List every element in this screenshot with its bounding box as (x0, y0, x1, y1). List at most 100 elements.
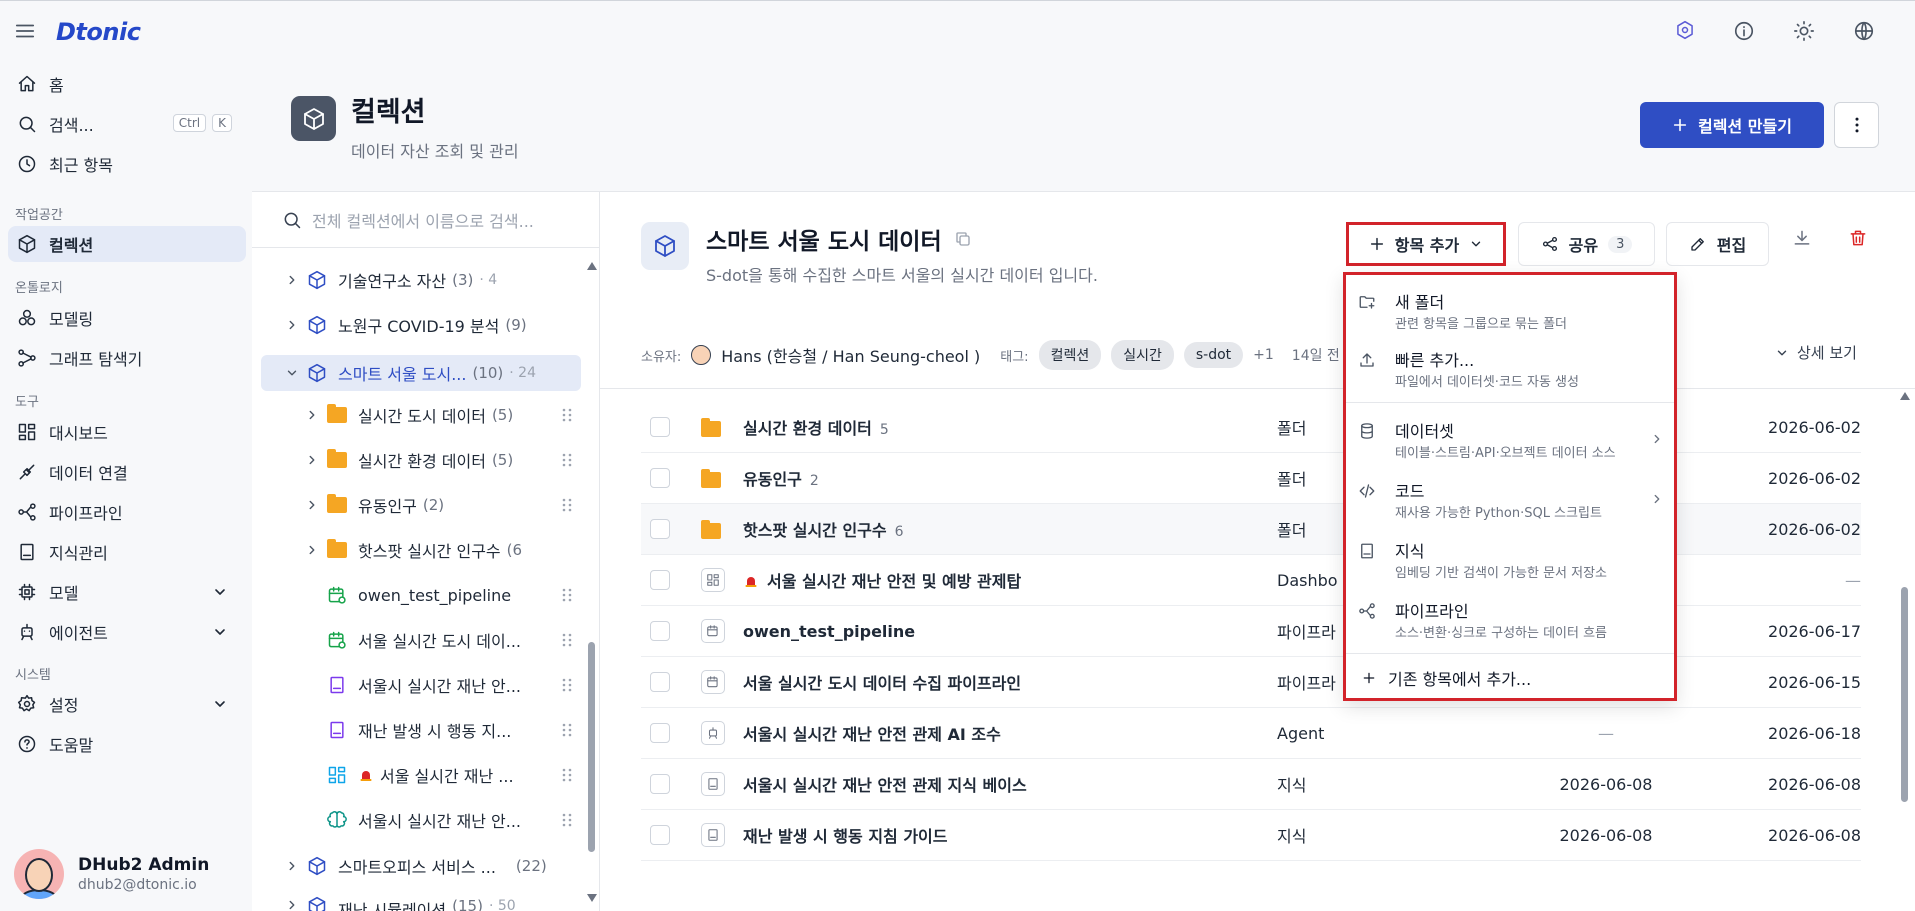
chevron-right-icon[interactable] (302, 498, 322, 512)
tag-chip[interactable]: s-dot (1183, 342, 1244, 368)
chevron-down-icon[interactable] (282, 366, 302, 380)
scrollbar-thumb[interactable] (588, 642, 595, 852)
tree-item-selected-collection[interactable]: 스마트 서울 도시... (10) · 24 (261, 355, 581, 391)
chevron-right-icon[interactable] (302, 408, 322, 422)
tree-item-knowledge[interactable]: 서울시 실시간 재난 안... (322, 667, 584, 703)
sidebar-item-agent[interactable]: 에이전트 (8, 614, 246, 650)
add-item-button[interactable]: 항목 추가 (1346, 222, 1506, 266)
chevron-right-icon[interactable] (302, 453, 322, 467)
tree-item-folder[interactable]: 실시간 도시 데이터 (5) (302, 397, 584, 433)
menu-item-code[interactable]: 코드 재사용 가능한 Python·SQL 스크립트 (1346, 470, 1674, 528)
table-row[interactable]: 서울 실시간 도시 데이터 수집 파이프라인 파이프라 2026-06-15 (641, 657, 1861, 708)
sidebar-item-home[interactable]: 홈 (8, 66, 246, 102)
row-checkbox[interactable] (650, 723, 670, 743)
tree-item-collection[interactable]: 재난 시뮬레이션 (15) · 50 (282, 892, 516, 911)
menu-item-add-existing[interactable]: 기존 항목에서 추가... (1346, 663, 1674, 693)
row-checkbox[interactable] (650, 417, 670, 437)
drag-handle-icon[interactable] (562, 497, 572, 513)
chevron-right-icon[interactable] (282, 898, 302, 911)
theme-sun-icon[interactable] (1793, 20, 1815, 42)
sidebar-item-recent[interactable]: 최근 항목 (8, 146, 246, 182)
drag-handle-icon[interactable] (562, 407, 572, 423)
table-row[interactable]: 재난 발생 시 행동 지침 가이드 지식 2026-06-08 2026-06-… (641, 810, 1861, 861)
drag-handle-icon[interactable] (562, 587, 572, 603)
sidebar-item-collections[interactable]: 컬렉션 (8, 226, 246, 262)
table-row[interactable]: 서울시 실시간 재난 안전 관제 AI 조수 Agent — 2026-06-1… (641, 708, 1861, 759)
table-row[interactable]: 핫스팟 실시간 인구수 6 폴더 2026-06-02 (641, 504, 1861, 555)
table-row[interactable]: 서울 실시간 재난 안전 및 예방 관제탑 Dashbo — (641, 555, 1861, 606)
tree-item-dashboard[interactable]: 서울 실시간 재난 ... (322, 757, 584, 793)
sidebar-item-model[interactable]: 모델 (8, 574, 246, 610)
sidebar-item-search[interactable]: 검색... Ctrl K (8, 106, 246, 142)
menu-icon[interactable] (14, 20, 36, 42)
menu-item-new-folder[interactable]: 새 폴더 관련 항목을 그룹으로 묶는 폴더 (1346, 281, 1674, 339)
drag-handle-icon[interactable] (562, 812, 572, 828)
chevron-right-icon[interactable] (282, 318, 302, 332)
tree-item-agent[interactable]: 서울시 실시간 재난 안... (322, 802, 584, 838)
drag-handle-icon[interactable] (562, 767, 572, 783)
chevron-right-icon[interactable] (282, 859, 302, 873)
info-icon[interactable] (1733, 20, 1755, 42)
drag-handle-icon[interactable] (562, 722, 572, 738)
share-button[interactable]: 공유 3 (1518, 222, 1655, 266)
row-checkbox[interactable] (650, 672, 670, 692)
table-row[interactable]: 유동인구 2 폴더 2026-06-02 (641, 453, 1861, 504)
sidebar-item-data-connection[interactable]: 데이터 연결 (8, 454, 246, 490)
scroll-down-arrow[interactable] (587, 894, 597, 902)
language-globe-icon[interactable] (1853, 20, 1875, 42)
table-row[interactable]: 실시간 환경 데이터 5 폴더 2026-06-02 (641, 402, 1861, 453)
detail-view-toggle[interactable]: 상세 보기 (1775, 342, 1857, 363)
scrollbar-thumb[interactable] (1901, 587, 1908, 802)
logo[interactable]: Dtonic (56, 18, 141, 46)
trash-icon[interactable] (1848, 228, 1868, 248)
chevron-right-icon[interactable] (302, 543, 322, 557)
tree-item-pipeline[interactable]: 서울 실시간 도시 데이... (322, 622, 584, 658)
ai-assistant-icon[interactable] (1675, 20, 1695, 42)
sidebar-item-dashboard[interactable]: 대시보드 (8, 414, 246, 450)
tree-item-collection[interactable]: 노원구 COVID-19 분석 (9) (282, 307, 527, 343)
drag-handle-icon[interactable] (562, 632, 572, 648)
chevron-down-icon[interactable] (212, 624, 228, 640)
row-checkbox[interactable] (650, 774, 670, 794)
create-collection-button[interactable]: 컬렉션 만들기 (1640, 102, 1824, 148)
sidebar-item-pipeline[interactable]: 파이프라인 (8, 494, 246, 530)
scroll-up-arrow[interactable] (587, 262, 597, 270)
copy-icon[interactable] (954, 230, 972, 248)
menu-item-pipeline[interactable]: 파이프라인 소스·변환·싱크로 구성하는 데이터 흐름 (1346, 590, 1674, 648)
menu-item-quick-add[interactable]: 빠른 추가... 파일에서 데이터셋·코드 자동 생성 (1346, 339, 1674, 397)
tree-item-pipeline[interactable]: owen_test_pipeline (322, 577, 584, 613)
download-icon[interactable] (1792, 228, 1812, 248)
more-options-button[interactable] (1834, 102, 1879, 148)
edit-button[interactable]: 편집 (1666, 222, 1769, 266)
sidebar-item-modeling[interactable]: 모델링 (8, 300, 246, 336)
menu-item-dataset[interactable]: 데이터셋 테이블·스트림·API·오브젝트 데이터 소스 (1346, 410, 1674, 468)
row-checkbox[interactable] (650, 570, 670, 590)
row-checkbox[interactable] (650, 519, 670, 539)
tree-item-folder[interactable]: 핫스팟 실시간 인구수 (6 (302, 532, 584, 568)
sidebar-item-help[interactable]: 도움말 (8, 726, 246, 762)
row-checkbox[interactable] (650, 468, 670, 488)
tree-item-collection[interactable]: 스마트오피스 서비스 ... (22) (282, 848, 547, 884)
tree-search-input[interactable]: 전체 컬렉션에서 이름으로 검색... (252, 192, 600, 248)
tree-item-knowledge[interactable]: 재난 발생 시 행동 지... (322, 712, 584, 748)
sidebar-item-settings[interactable]: 설정 (8, 686, 246, 722)
tree-item-collection[interactable]: 기술연구소 자산 (3) · 4 (282, 262, 497, 298)
tree-item-folder[interactable]: 실시간 환경 데이터 (5) (302, 442, 584, 478)
table-row[interactable]: owen_test_pipeline 파이프라 2026-06-17 (641, 606, 1861, 657)
content-scrollbar[interactable] (1900, 392, 1910, 911)
table-row[interactable]: 서울시 실시간 재난 안전 관제 지식 베이스 지식 2026-06-08 20… (641, 759, 1861, 810)
row-checkbox[interactable] (650, 825, 670, 845)
scroll-up-arrow[interactable] (1900, 392, 1910, 400)
row-checkbox[interactable] (650, 621, 670, 641)
owner-name[interactable]: Hans (한승철 / Han Seung-cheol ) (721, 343, 980, 367)
drag-handle-icon[interactable] (562, 677, 572, 693)
tag-chip[interactable]: 실시간 (1111, 340, 1174, 370)
tag-chip[interactable]: 컬렉션 (1038, 340, 1102, 370)
chevron-down-icon[interactable] (212, 584, 228, 600)
drag-handle-icon[interactable] (562, 452, 572, 468)
tags-more[interactable]: +1 (1253, 347, 1274, 363)
chevron-right-icon[interactable] (282, 273, 302, 287)
tree-scrollbar[interactable] (587, 262, 597, 902)
user-profile[interactable]: DHub2 Admin dhub2@dtonic.io (14, 849, 209, 899)
sidebar-item-graph-explorer[interactable]: 그래프 탐색기 (8, 340, 246, 376)
